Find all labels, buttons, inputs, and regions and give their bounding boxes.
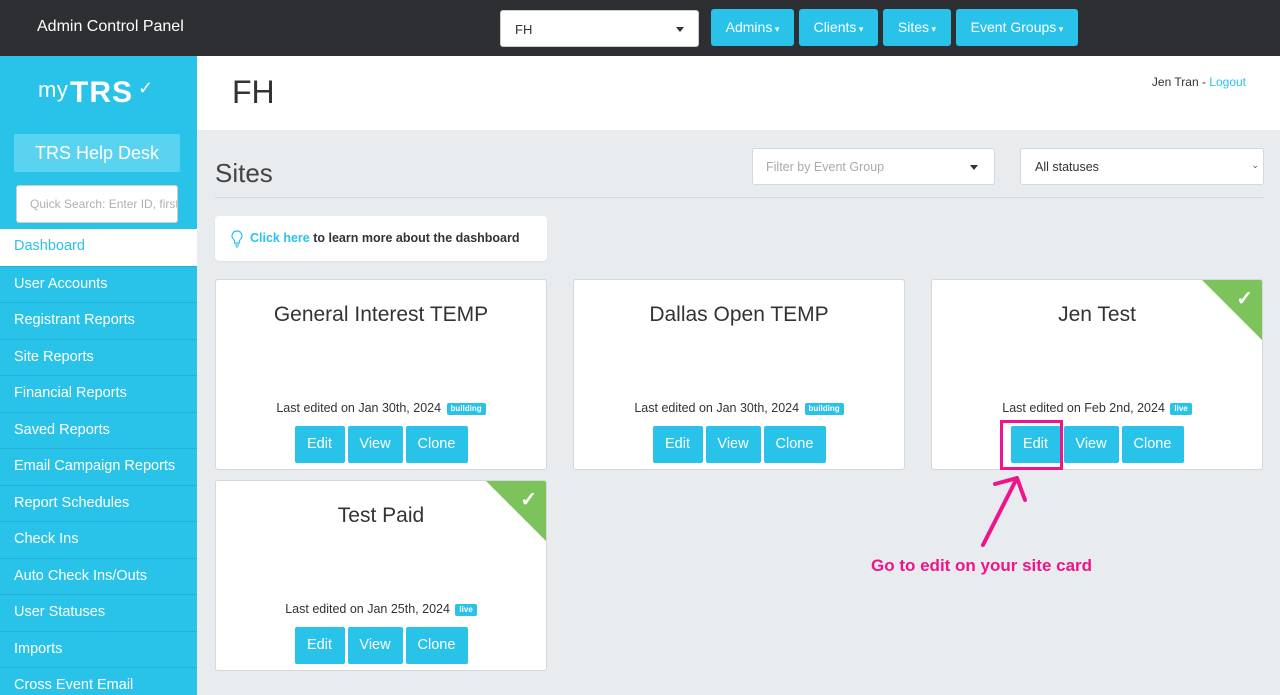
site-card-edited: Last edited on Jan 30th, 2024 building xyxy=(216,401,546,415)
sidebar-item-email-campaign-reports[interactable]: Email Campaign Reports xyxy=(0,448,197,485)
logout-link[interactable]: Logout xyxy=(1209,75,1246,89)
sidebar-item-check-ins[interactable]: Check Ins xyxy=(0,521,197,558)
clients-menu-label: Clients xyxy=(814,19,864,35)
quick-search-input[interactable] xyxy=(17,186,177,222)
edit-button[interactable]: Edit xyxy=(294,627,345,664)
user-info: Jen Tran - Logout xyxy=(1152,75,1246,89)
clients-menu-button[interactable]: Clients xyxy=(799,9,878,46)
site-card-edited: Last edited on Feb 2nd, 2024 live xyxy=(932,401,1262,415)
status-filter-value: All statuses xyxy=(1035,160,1099,174)
client-select[interactable]: FH xyxy=(500,10,699,47)
logo-check-icon: ✓ xyxy=(138,78,154,98)
logo-trs-text: TRS xyxy=(70,76,133,109)
view-button[interactable]: View xyxy=(347,627,403,664)
tip-text-wrapper: Click here to learn more about the dashb… xyxy=(250,231,520,245)
site-card-title: Dallas Open TEMP xyxy=(649,303,829,326)
admins-menu-label: Admins xyxy=(726,19,780,35)
caret-down-icon xyxy=(676,27,684,32)
logo-my-text: my xyxy=(38,77,69,102)
sidebar-item-financial-reports[interactable]: Financial Reports xyxy=(0,375,197,412)
clone-button[interactable]: Clone xyxy=(1121,426,1184,463)
sidebar-item-registrant-reports[interactable]: Registrant Reports xyxy=(0,302,197,339)
site-card-edited-text: Last edited on Jan 30th, 2024 xyxy=(634,401,800,415)
sidebar-item-imports[interactable]: Imports xyxy=(0,630,197,668)
clone-button[interactable]: Clone xyxy=(405,627,468,664)
status-badge: building xyxy=(804,402,844,415)
sites-menu-label: Sites xyxy=(898,19,936,35)
page-header: FH Jen Tran - Logout xyxy=(197,56,1280,130)
site-card-actions: Edit View Clone xyxy=(574,426,904,463)
site-card-edited-text: Last edited on Jan 25th, 2024 xyxy=(285,602,450,616)
site-card-title: Jen Test xyxy=(1058,303,1136,326)
app-title: Admin Control Panel xyxy=(37,18,184,35)
edit-button[interactable]: Edit xyxy=(652,426,703,463)
site-card: Dallas Open TEMP Last edited on Jan 30th… xyxy=(573,279,905,470)
user-separator: - xyxy=(1198,75,1210,89)
tip-text: to learn more about the dashboard xyxy=(309,231,520,245)
help-desk-button[interactable]: TRS Help Desk xyxy=(14,134,180,172)
clone-button[interactable]: Clone xyxy=(405,426,468,463)
user-name: Jen Tran xyxy=(1151,75,1199,89)
annotation-highlight-box xyxy=(1000,420,1063,470)
select-arrows-icon: ⌄ xyxy=(1251,160,1259,170)
event-group-filter-placeholder: Filter by Event Group xyxy=(766,160,885,174)
view-button[interactable]: View xyxy=(347,426,403,463)
site-card-actions: Edit View Clone xyxy=(932,426,1262,463)
site-card-edited-text: Last edited on Jan 30th, 2024 xyxy=(276,401,442,415)
sidebar-item-auto-check-ins-outs[interactable]: Auto Check Ins/Outs xyxy=(0,557,197,595)
sidebar-item-site-reports[interactable]: Site Reports xyxy=(0,338,197,376)
page-title: FH xyxy=(232,74,275,110)
event-groups-menu-label: Event Groups xyxy=(971,19,1064,35)
lightbulb-icon xyxy=(231,230,243,248)
client-select-value: FH xyxy=(515,22,533,37)
site-card: General Interest TEMP Last edited on Jan… xyxy=(215,279,547,470)
sidebar-item-dashboard[interactable]: Dashboard xyxy=(0,229,197,266)
site-card-edited: Last edited on Jan 30th, 2024 building xyxy=(574,401,904,415)
dashboard-tip: Click here to learn more about the dashb… xyxy=(215,216,547,261)
site-card-title: Test Paid xyxy=(337,504,425,527)
sidebar-item-user-accounts[interactable]: User Accounts xyxy=(0,265,197,303)
site-card: ✓ Test Paid Last edited on Jan 25th, 202… xyxy=(215,480,547,671)
annotation-arrow-icon xyxy=(981,476,1027,547)
event-group-filter[interactable]: Filter by Event Group xyxy=(752,148,995,185)
tip-click-here-link[interactable]: Click here xyxy=(250,231,310,245)
site-card-edited-text: Last edited on Feb 2nd, 2024 xyxy=(1002,401,1165,415)
sidebar: my TRS ✓ TRS Help Desk Dashboard User Ac… xyxy=(0,56,197,695)
sites-heading: Sites xyxy=(215,158,273,188)
status-badge: live xyxy=(455,603,477,616)
site-card-actions: Edit View Clone xyxy=(216,627,546,664)
top-bar: Admin Control Panel FH Admins Clients Si… xyxy=(0,0,1280,56)
sidebar-item-cross-event-email[interactable]: Cross Event Email xyxy=(0,667,197,695)
event-groups-menu-button[interactable]: Event Groups xyxy=(956,9,1078,46)
caret-down-icon xyxy=(970,165,978,170)
sidebar-item-saved-reports[interactable]: Saved Reports xyxy=(0,411,197,449)
divider xyxy=(215,197,1264,198)
site-card-actions: Edit View Clone xyxy=(216,426,546,463)
site-card: ✓ Jen Test Last edited on Feb 2nd, 2024 … xyxy=(931,279,1263,470)
status-badge: building xyxy=(446,402,486,415)
annotation-text: Go to edit on your site card xyxy=(871,556,1093,575)
clone-button[interactable]: Clone xyxy=(763,426,826,463)
sidebar-nav: Dashboard User Accounts Registrant Repor… xyxy=(0,229,197,695)
sidebar-item-user-statuses[interactable]: User Statuses xyxy=(0,594,197,631)
status-filter[interactable]: All statuses ⌄ xyxy=(1020,148,1264,185)
edit-button[interactable]: Edit xyxy=(294,426,345,463)
site-card-title: General Interest TEMP xyxy=(273,303,489,326)
site-card-edited: Last edited on Jan 25th, 2024 live xyxy=(216,602,546,616)
status-badge: live xyxy=(1170,402,1192,415)
view-button[interactable]: View xyxy=(1063,426,1119,463)
sidebar-item-report-schedules[interactable]: Report Schedules xyxy=(0,484,197,522)
view-button[interactable]: View xyxy=(705,426,761,463)
quick-search-field xyxy=(16,185,178,223)
sites-menu-button[interactable]: Sites xyxy=(883,9,951,46)
admins-menu-button[interactable]: Admins xyxy=(711,9,794,46)
